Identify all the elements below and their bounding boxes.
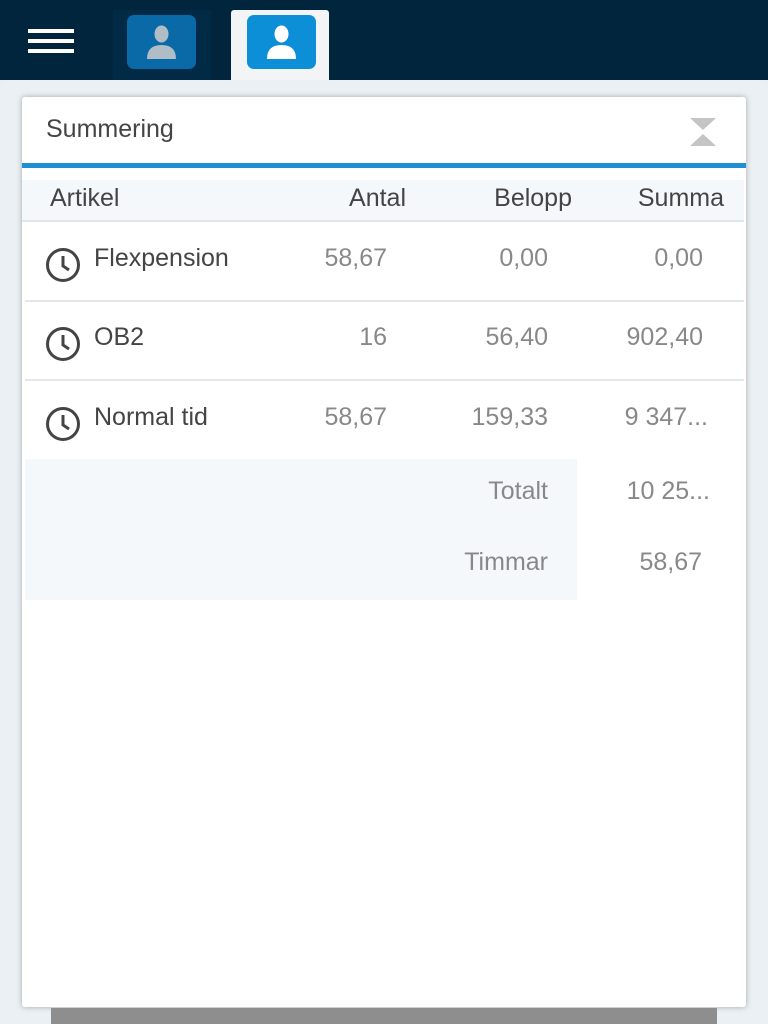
hours-value: 58,67 (639, 548, 702, 576)
row-artikel: Flexpension (94, 244, 229, 272)
user-icon (127, 15, 196, 69)
total-label: Totalt (488, 477, 548, 505)
col-antal: Antal (349, 184, 406, 212)
row-antal: 58,67 (324, 244, 387, 272)
row-artikel: OB2 (94, 323, 145, 351)
accent-bar (22, 163, 746, 168)
col-summa: Summa (637, 184, 724, 212)
row-summa: 0,00 (654, 244, 703, 272)
col-belopp: Belopp (494, 184, 572, 212)
top-bar (0, 0, 768, 80)
row-antal: 58,67 (324, 403, 387, 431)
hours-label: Timmar (464, 548, 548, 576)
table-row[interactable]: Flexpension 58,67 0,00 0,00 (25, 222, 744, 302)
table-header: Artikel Antal Belopp Summa (22, 180, 744, 222)
col-artikel: Artikel (50, 184, 120, 212)
tab-user-2-active[interactable] (231, 10, 329, 80)
clock-icon (46, 248, 80, 282)
clock-icon (46, 327, 80, 361)
clock-icon (46, 407, 80, 441)
collapse-icon[interactable] (688, 117, 718, 147)
menu-icon[interactable] (28, 29, 74, 53)
row-summa: 902,40 (626, 323, 703, 351)
row-belopp: 159,33 (471, 403, 548, 431)
bottom-bar (51, 1008, 717, 1024)
table-row[interactable]: Normal tid 58,67 159,33 9 347... (25, 381, 744, 461)
row-antal: 16 (359, 323, 387, 351)
row-belopp: 0,00 (499, 244, 548, 272)
row-artikel: Normal tid (94, 403, 208, 431)
summary-panel: Summering Artikel Antal Belopp Summa Fle… (22, 97, 746, 1007)
table-row[interactable]: OB2 16 56,40 902,40 (25, 301, 744, 381)
tab-user-1[interactable] (113, 10, 211, 80)
total-value: 10 25... (626, 477, 710, 505)
user-icon (247, 15, 316, 69)
panel-title: Summering (46, 115, 174, 143)
row-belopp: 56,40 (485, 323, 548, 351)
row-summa: 9 347... (624, 403, 708, 431)
